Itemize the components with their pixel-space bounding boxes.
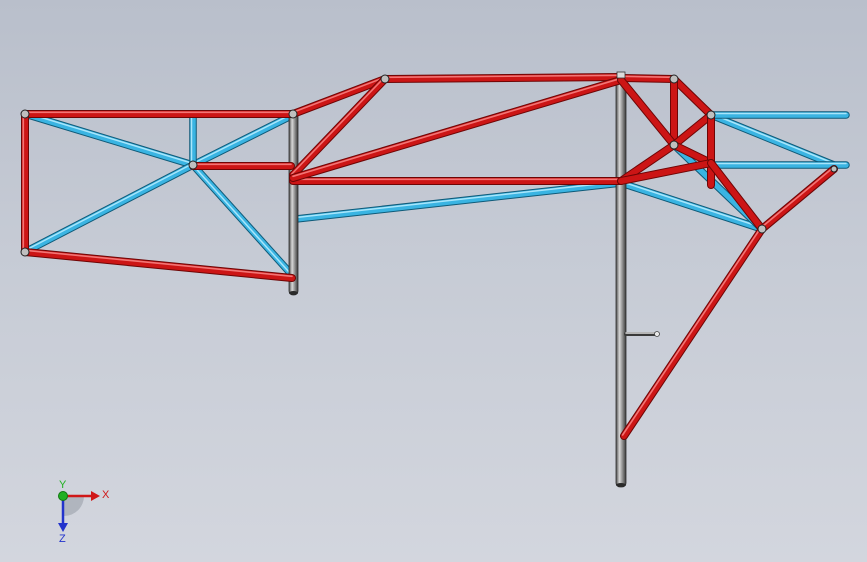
x-axis-label: X [102,489,110,501]
blue-tube-shine [24,111,194,165]
red-tube-shine [760,167,834,229]
red-tube-hl [671,112,714,148]
node[interactable] [669,140,679,150]
main-post[interactable] [615,74,627,488]
frame-model[interactable] [0,0,867,562]
node[interactable] [669,74,679,84]
blue-tube-shine [710,112,835,165]
red-tube-shine [621,227,762,436]
blue-tube-shine [191,163,292,275]
post-top-cap [616,71,626,79]
y-axis-dot-icon [58,491,68,501]
axis-triad[interactable]: X Y Z [44,478,114,544]
blue-tube-hl [22,162,196,255]
red-members [21,73,838,440]
x-axis-arrow-icon [91,491,100,501]
red-tube-hl [22,249,295,281]
graphics-viewport[interactable]: X Y Z [0,0,867,562]
blue-tube-shine [295,180,622,219]
blue-tube-hl [22,111,196,168]
node[interactable] [757,224,767,234]
red-tube-shine [620,75,675,79]
blue-tube-hl [293,180,624,222]
z-axis-label: Z [59,533,66,544]
red-tube-shine [24,249,293,278]
red-tube-hl [671,76,714,118]
blue-tube-shine [192,112,294,165]
node[interactable] [188,160,198,170]
post-bottom-cap [616,483,626,487]
red-tube-shine [290,77,385,175]
pin-end [654,331,660,337]
node[interactable] [706,110,716,120]
node[interactable] [288,109,298,119]
node[interactable] [380,74,390,84]
left-post[interactable] [288,112,299,296]
grey-posts [288,74,660,488]
red-tube-hl [618,75,677,82]
node[interactable] [20,247,30,257]
z-axis-arrow-icon [58,523,68,532]
red-tube-hl [618,77,677,148]
red-tube-hl [759,166,837,232]
blue-tube-hl [708,112,837,168]
y-axis-label: Y [59,479,67,491]
node[interactable] [830,165,838,173]
blue-tube-hl [190,112,296,168]
blue-tube-shine [24,162,194,252]
node[interactable] [20,109,30,119]
post-bottom-cap [289,291,298,295]
